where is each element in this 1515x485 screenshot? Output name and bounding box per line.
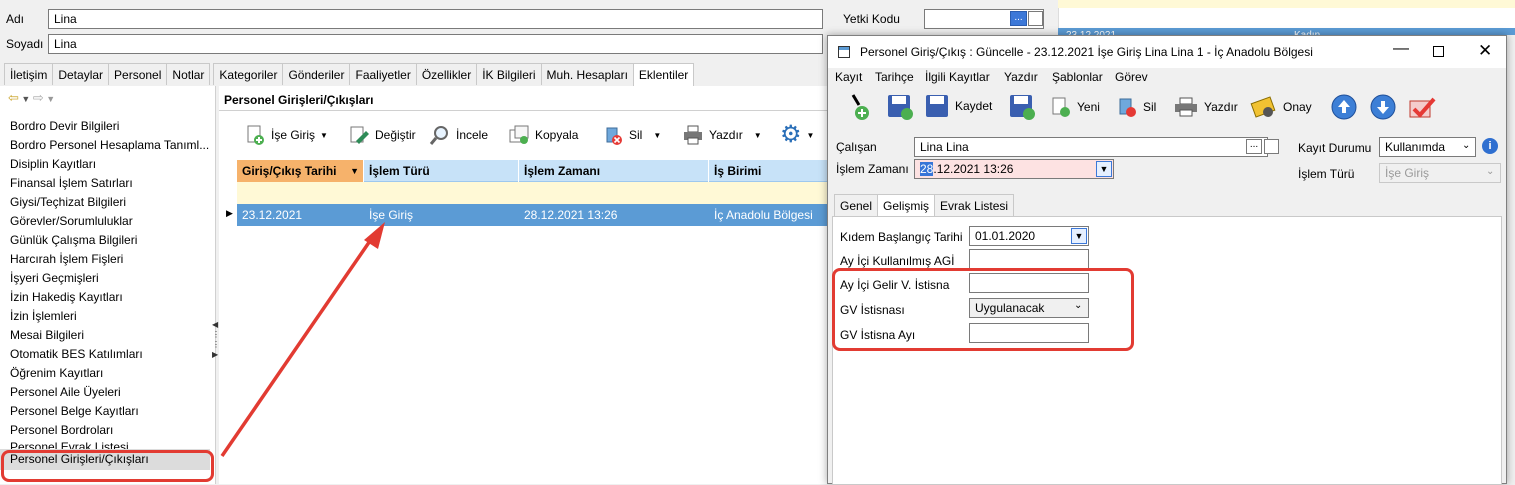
close-icon[interactable]: ✕	[1478, 41, 1492, 61]
checklist-icon[interactable]	[1408, 93, 1438, 121]
new-record-icon[interactable]	[850, 93, 876, 121]
new-document-icon	[1052, 97, 1070, 117]
islem-zamani-dropdown-icon[interactable]: ▼	[1096, 161, 1112, 177]
dialog-window: Personel Giriş/Çıkış : Güncelle - 23.12.…	[827, 35, 1507, 485]
dialog-toolbar: Kaydet Yeni Sil Yazdır Onay	[828, 88, 1506, 126]
menu-ilgili-kayitlar[interactable]: İlgili Kayıtlar	[925, 70, 990, 84]
move-up-icon[interactable]	[1330, 93, 1358, 121]
menu-gorev[interactable]: Görev	[1115, 70, 1148, 84]
menu-yazdir[interactable]: Yazdır	[1004, 70, 1038, 84]
delete-icon	[1119, 98, 1136, 117]
yeni-label: Yeni	[1077, 100, 1100, 114]
info-icon[interactable]: i	[1482, 138, 1498, 154]
agi-label: Ay İçi Kullanılmış AGİ	[840, 254, 955, 268]
window-icon	[838, 46, 850, 58]
kidem-dropdown-icon[interactable]: ▼	[1071, 228, 1087, 244]
dialog-sil-label: Sil	[1143, 100, 1157, 114]
calisan-lookup-button[interactable]: ...	[1246, 139, 1262, 154]
onay-button[interactable]: Onay	[1250, 94, 1312, 120]
kaydet-label: Kaydet	[955, 99, 993, 113]
move-down-icon[interactable]	[1369, 93, 1397, 121]
tab-evrak-listesi[interactable]: Evrak Listesi	[934, 194, 1015, 216]
kayit-durumu-label: Kayıt Durumu	[1298, 141, 1372, 155]
dialog-title-bar: Personel Giriş/Çıkış : Güncelle - 23.12.…	[828, 36, 1506, 68]
minimize-icon[interactable]: —	[1393, 40, 1409, 58]
save-new-icon[interactable]	[886, 93, 914, 121]
dialog-tab-bar: Genel Gelişmiş Evrak Listesi	[834, 194, 1015, 217]
yeni-button[interactable]: Yeni	[1050, 96, 1100, 118]
dialog-title: Personel Giriş/Çıkış : Güncelle - 23.12.…	[860, 45, 1313, 59]
onay-label: Onay	[1283, 100, 1312, 114]
islem-zamani-rest: .12.2021 13:26	[933, 162, 1014, 176]
calisan-field[interactable]: Lina Lina	[914, 137, 1268, 157]
menu-sablonlar[interactable]: Şablonlar	[1052, 70, 1103, 84]
calisan-list-icon[interactable]	[1264, 139, 1279, 154]
save-icon	[926, 95, 948, 117]
dialog-sil-button[interactable]: Sil	[1116, 96, 1156, 118]
printer-icon	[1175, 97, 1197, 117]
agi-field[interactable]	[969, 249, 1089, 269]
calisan-label: Çalışan	[836, 140, 877, 154]
save-add-icon[interactable]	[1008, 93, 1036, 121]
chevron-down-icon: ⌄	[1486, 166, 1495, 177]
islem-zamani-label: İşlem Zamanı	[836, 162, 909, 176]
menu-kayit[interactable]: Kayıt	[835, 70, 862, 84]
tab-genel[interactable]: Genel	[834, 194, 879, 216]
tab-gelismis[interactable]: Gelişmiş	[877, 194, 936, 217]
islem-zamani-field[interactable]: 28.12.2021 13:26	[914, 159, 1114, 179]
islem-zamani-selection: 28	[920, 162, 934, 176]
kidem-label: Kıdem Başlangıç Tarihi	[840, 230, 963, 244]
dialog-yazdir-label: Yazdır	[1204, 100, 1238, 114]
maximize-icon[interactable]	[1433, 46, 1444, 57]
islem-turu-select: İşe Giriş	[1379, 163, 1501, 183]
dialog-yazdir-button[interactable]: Yazdır	[1173, 96, 1238, 118]
highlight-box-form	[832, 268, 1134, 351]
menu-tarihce[interactable]: Tarihçe	[875, 70, 914, 84]
islem-turu-label: İşlem Türü	[1298, 167, 1355, 181]
approval-icon	[1250, 96, 1276, 118]
chevron-down-icon: ⌄	[1462, 140, 1471, 151]
kaydet-button[interactable]: Kaydet	[924, 93, 992, 119]
